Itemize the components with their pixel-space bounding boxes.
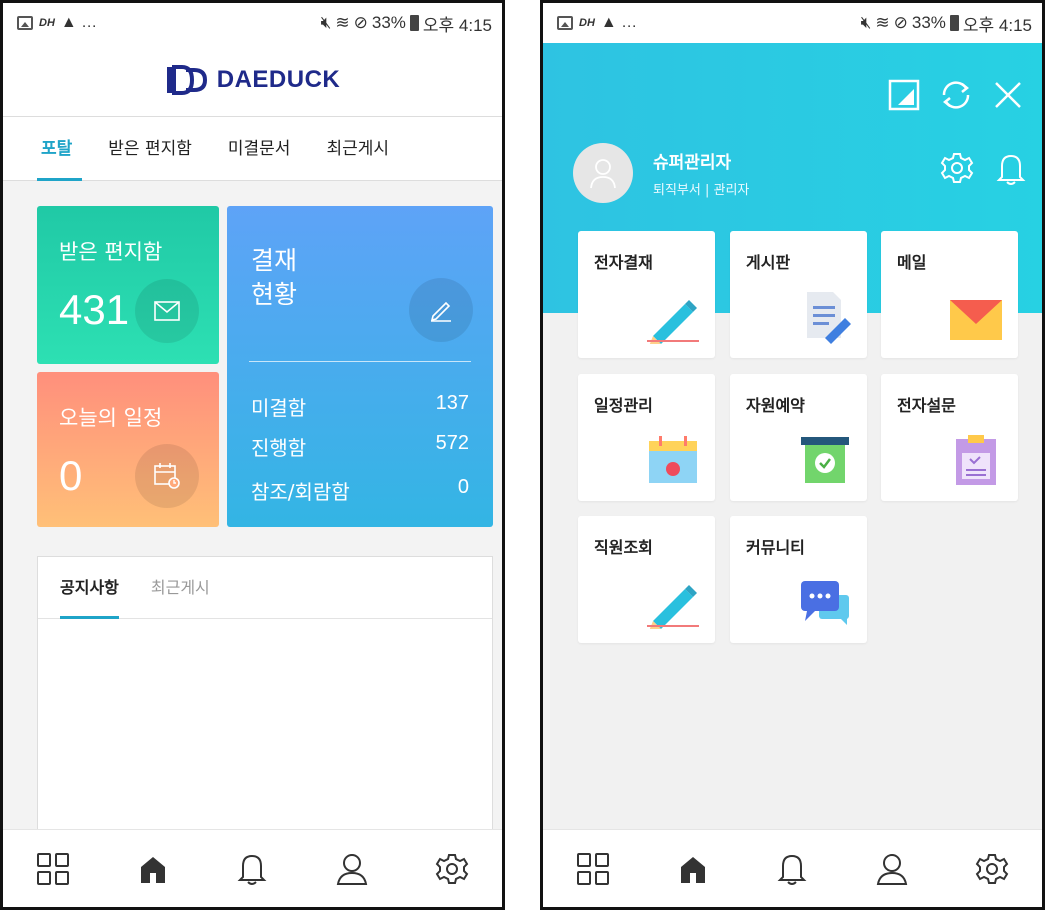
warning-icon: ▲ … [60, 14, 98, 31]
no-sign-icon: ⊘ [893, 13, 908, 32]
user-profile[interactable]: 슈퍼관리자 퇴직부서 | 관리자 [573, 143, 749, 203]
tile-employee-search[interactable]: 직원조회 [578, 516, 715, 643]
pencil-icon [409, 278, 473, 342]
tab-inbox[interactable]: 받은 편지함 [108, 117, 192, 181]
dh-icon: DH [39, 17, 55, 29]
bottom-nav [3, 829, 502, 907]
battery-icon [949, 15, 959, 31]
settings-gear-icon[interactable] [940, 151, 974, 191]
tile-board[interactable]: 게시판 [730, 231, 867, 358]
tile-survey[interactable]: 전자설문 [881, 374, 1018, 501]
pencil-icon [647, 300, 699, 344]
menu-top-actions [884, 75, 1028, 119]
tab-notices[interactable]: 공지사항 [60, 557, 119, 619]
app-header: DAEDUCK [3, 43, 502, 117]
pencil-icon [647, 585, 699, 629]
notice-panel: 공지사항 최근게시 [37, 556, 493, 846]
calendar-icon [649, 436, 697, 483]
user-dept: 퇴직부서 | 관리자 [653, 183, 750, 198]
tile-mail[interactable]: 메일 [881, 231, 1018, 358]
grid-icon[interactable] [568, 844, 618, 894]
inbox-card-title: 받은 편지함 [59, 240, 163, 264]
calendar-clock-icon [135, 444, 199, 508]
dh-icon: DH [579, 17, 595, 29]
approval-card-title: 결재 현황 [251, 246, 298, 309]
warning-icon: ▲ … [600, 14, 638, 31]
avatar [573, 143, 633, 203]
inbox-count: 431 [59, 286, 130, 333]
left-screen: DH ▲ … 🔇︎ ≋ ⊘ 33% 오후 4:15 DAEDUCK 포탈 받은 … [0, 0, 505, 910]
schedule-card-title: 오늘의 일정 [59, 406, 163, 430]
wifi-icon: ≋ [335, 13, 350, 32]
battery-percent: 33% [371, 13, 406, 32]
wifi-icon: ≋ [875, 13, 890, 32]
profile-actions [940, 151, 1028, 191]
right-screen: DH ▲ … 🔇︎ ≋ ⊘ 33% 오후 4:15 슈퍼관리자 퇴직부서 | 관… [540, 0, 1045, 910]
bottom-nav [543, 829, 1042, 907]
clock: 오후 4:15 [422, 15, 492, 35]
person-icon[interactable] [327, 844, 377, 894]
status-bar: DH ▲ … 🔇︎ ≋ ⊘ 33% 오후 4:15 [3, 3, 502, 43]
tab-portal[interactable]: 포탈 [36, 117, 83, 181]
tile-schedule[interactable]: 일정관리 [578, 374, 715, 501]
home-icon[interactable] [668, 844, 718, 894]
tile-resource-booking[interactable]: 자원예약 [730, 374, 867, 501]
schedule-card[interactable]: 오늘의 일정 0 [37, 372, 219, 527]
mail-icon [135, 279, 199, 343]
battery-percent: 33% [911, 13, 946, 32]
envelope-icon [950, 300, 1002, 340]
main-tabs: 포탈 받은 편지함 미결문서 최근게시 [3, 117, 502, 181]
logo-text: DAEDUCK [216, 65, 341, 93]
approval-row-pending[interactable]: 미결함 137 [251, 392, 469, 421]
no-sign-icon: ⊘ [353, 13, 368, 32]
approval-row-reference[interactable]: 참조/회람함 0 [251, 476, 469, 505]
document-edit-icon [807, 292, 851, 344]
notification-bell-icon[interactable] [994, 151, 1028, 191]
tab-recent-posts[interactable]: 최근게시 [326, 117, 389, 181]
image-icon [557, 16, 573, 30]
home-icon[interactable] [128, 844, 178, 894]
schedule-count: 0 [59, 452, 83, 499]
daeduck-logo-icon [166, 64, 207, 95]
user-name: 슈퍼관리자 [653, 153, 732, 173]
approval-card[interactable]: 결재 현황 미결함 137 진행함 572 참조/회람함 0 [227, 206, 493, 527]
close-icon[interactable] [988, 75, 1028, 119]
tile-community[interactable]: 커뮤니티 [730, 516, 867, 643]
box-check-icon [801, 437, 849, 483]
battery-icon [409, 15, 419, 31]
approval-row-in-progress[interactable]: 진행함 572 [251, 432, 469, 461]
chat-bubbles-icon [801, 581, 849, 625]
grid-icon[interactable] [28, 844, 78, 894]
bell-icon[interactable] [227, 844, 277, 894]
approval-divider [249, 361, 471, 362]
window-icon[interactable] [884, 75, 924, 119]
clock: 오후 4:15 [962, 15, 1032, 35]
notice-tabs: 공지사항 최근게시 [38, 557, 492, 619]
image-icon [17, 16, 33, 30]
tab-recent[interactable]: 최근게시 [151, 557, 210, 619]
mute-icon: 🔇︎ [320, 13, 332, 32]
tile-e-approval[interactable]: 전자결재 [578, 231, 715, 358]
status-bar: DH ▲ … 🔇︎ ≋ ⊘ 33% 오후 4:15 [543, 3, 1042, 43]
mute-icon: 🔇︎ [860, 13, 872, 32]
person-icon[interactable] [867, 844, 917, 894]
refresh-icon[interactable] [936, 75, 976, 119]
inbox-card[interactable]: 받은 편지함 431 [37, 206, 219, 364]
gear-icon[interactable] [427, 844, 477, 894]
bell-icon[interactable] [767, 844, 817, 894]
clipboard-icon [956, 435, 996, 485]
gear-icon[interactable] [967, 844, 1017, 894]
tab-pending-docs[interactable]: 미결문서 [228, 117, 291, 181]
